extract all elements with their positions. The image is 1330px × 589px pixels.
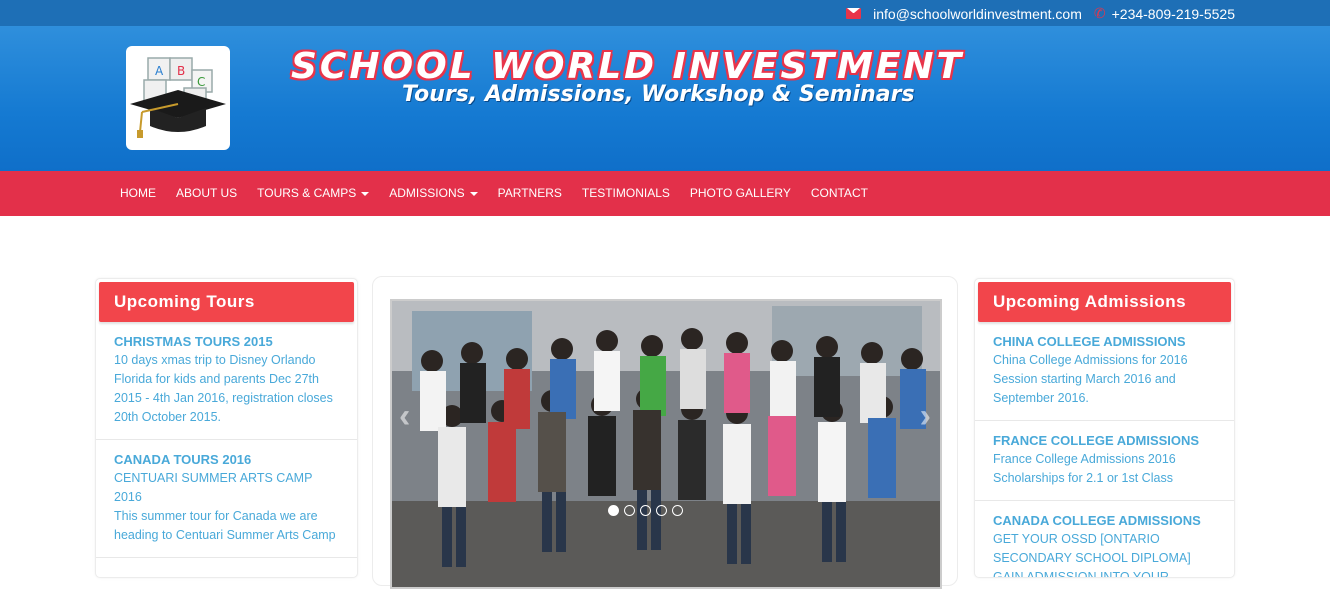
email-link[interactable]: info@schoolworldinvestment.com [873, 6, 1082, 22]
slider-next-button[interactable]: › [920, 397, 931, 436]
phone-number: +234-809-219-5525 [1111, 5, 1235, 22]
admission-description: GET YOUR OSSD [ONTARIO SECONDARY SCHOOL … [993, 532, 1191, 578]
site-header: A B C SCHOOL WORLD INVESTMENT Tours, Adm… [0, 26, 1330, 171]
nav-admissions-label: ADMISSIONS [389, 186, 465, 200]
tour-description: 10 days xmas trip to Disney Orlando Flor… [114, 353, 333, 424]
tour-item: CANADA TOURS 2016 CENTUARI SUMMER ARTS C… [96, 440, 357, 558]
slider-dot[interactable] [640, 505, 651, 516]
nav-about[interactable]: ABOUT US [166, 171, 247, 216]
site-logo[interactable]: A B C [126, 46, 230, 150]
admission-description: China College Admissions for 2016 Sessio… [993, 353, 1188, 405]
svg-text:B: B [177, 64, 185, 78]
upcoming-admissions-panel: Upcoming Admissions CHINA COLLEGE ADMISS… [974, 278, 1235, 578]
admission-title-link[interactable]: CHINA COLLEGE ADMISSIONS [993, 334, 1216, 349]
tour-item: CHRISTMAS TOURS 2015 10 days xmas trip t… [96, 322, 357, 440]
main-nav: HOME ABOUT US TOURS & CAMPS ADMISSIONS P… [0, 171, 1330, 216]
admission-title-link[interactable]: FRANCE COLLEGE ADMISSIONS [993, 433, 1216, 448]
admission-description: France College Admissions 2016 Scholarsh… [993, 452, 1176, 485]
slider-indicators [608, 505, 683, 516]
admission-title-link[interactable]: CANADA COLLEGE ADMISSIONS [993, 513, 1216, 528]
nav-partners[interactable]: PARTNERS [488, 171, 572, 216]
slider-dot[interactable] [672, 505, 683, 516]
tour-title-link[interactable]: CANADA TOURS 2016 [114, 452, 339, 467]
slider-dot[interactable] [656, 505, 667, 516]
site-tagline: Tours, Admissions, Workshop & Seminars [402, 82, 915, 107]
top-contact-bar: info@schoolworldinvestment.com ✆ +234-80… [0, 0, 1330, 26]
phone-icon: ✆ [1093, 5, 1106, 21]
group-photo-image [392, 301, 940, 587]
tour-description: CENTUARI SUMMER ARTS CAMP 2016 [114, 471, 313, 504]
nav-home[interactable]: HOME [110, 171, 166, 216]
svg-text:A: A [155, 64, 164, 78]
nav-photo-gallery[interactable]: PHOTO GALLERY [680, 171, 801, 216]
upcoming-tours-panel: Upcoming Tours CHRISTMAS TOURS 2015 10 d… [95, 278, 358, 578]
upcoming-tours-heading: Upcoming Tours [99, 282, 354, 322]
slide-photo [390, 299, 942, 589]
graduation-cap-logo-icon: A B C [130, 57, 226, 138]
upcoming-admissions-heading: Upcoming Admissions [978, 282, 1231, 322]
slider-dot[interactable] [624, 505, 635, 516]
admission-item: FRANCE COLLEGE ADMISSIONS France College… [975, 421, 1234, 501]
admission-item: CHINA COLLEGE ADMISSIONS China College A… [975, 322, 1234, 421]
admission-item: CANADA COLLEGE ADMISSIONS GET YOUR OSSD … [975, 501, 1234, 578]
nav-tours-dropdown[interactable]: TOURS & CAMPS [247, 171, 379, 216]
photo-slider: ‹ › [372, 276, 958, 589]
tour-description-extra: This summer tour for Canada we are headi… [114, 509, 336, 542]
envelope-icon [846, 8, 862, 19]
nav-tours-label: TOURS & CAMPS [257, 186, 357, 200]
svg-text:C: C [197, 75, 205, 89]
slider-dot[interactable] [608, 505, 619, 516]
nav-contact[interactable]: CONTACT [801, 171, 878, 216]
nav-testimonials[interactable]: TESTIMONIALS [572, 171, 680, 216]
tour-title-link[interactable]: CHRISTMAS TOURS 2015 [114, 334, 339, 349]
caret-down-icon [469, 191, 478, 196]
site-title: SCHOOL WORLD INVESTMENT [291, 46, 965, 87]
nav-admissions-dropdown[interactable]: ADMISSIONS [379, 171, 487, 216]
caret-down-icon [361, 191, 370, 196]
slider-prev-button[interactable]: ‹ [399, 397, 410, 436]
